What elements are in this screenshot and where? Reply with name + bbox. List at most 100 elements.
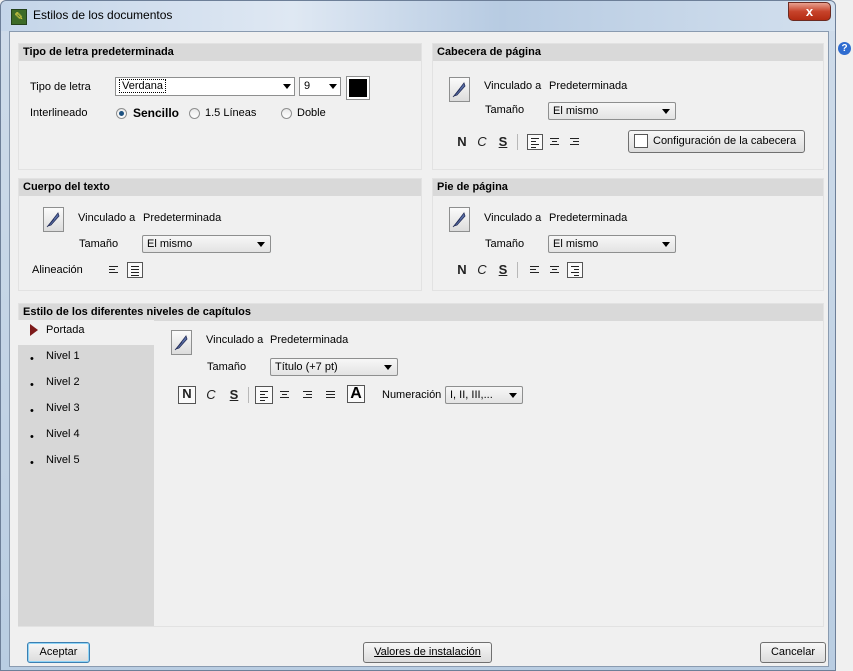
header-align-center-button[interactable]: [547, 134, 563, 150]
footer-align-right-button[interactable]: [567, 262, 583, 278]
feather-icon: [46, 212, 60, 228]
close-button[interactable]: x: [788, 2, 831, 21]
body-align-left-button[interactable]: [106, 262, 122, 278]
header-underline-button[interactable]: S: [495, 134, 511, 150]
body-linked-label: Vinculado a: [78, 212, 136, 224]
font-size-select[interactable]: 9: [299, 77, 341, 96]
chevron-down-icon: [662, 109, 670, 114]
level-bold-button[interactable]: N: [178, 386, 196, 404]
spacing-onehalf-label: 1.5 Líneas: [205, 107, 257, 119]
chapter-level-list: Portada • Nivel 1 • Nivel 2 • Nivel 3 • …: [18, 320, 154, 626]
level-size-select[interactable]: Título (+7 pt): [270, 358, 398, 376]
level-font-button[interactable]: A: [347, 385, 365, 403]
header-size-select[interactable]: El mismo: [548, 102, 676, 120]
caret-right-icon: [30, 324, 38, 336]
list-item-label: Nivel 2: [46, 376, 80, 388]
header-config-label: Configuración de la cabecera: [653, 135, 797, 147]
numbering-value: I, II, III,...: [450, 389, 493, 401]
font-select[interactable]: Verdana: [115, 77, 295, 96]
header-italic-button[interactable]: C: [474, 134, 490, 150]
numbering-label: Numeración: [382, 389, 442, 401]
list-item[interactable]: • Nivel 3: [18, 398, 154, 423]
feather-icon: [174, 335, 188, 351]
spacing-label: Interlineado: [30, 107, 88, 119]
body-size-select[interactable]: El mismo: [142, 235, 271, 253]
feather-icon: [452, 82, 466, 98]
list-item-label: Nivel 3: [46, 402, 80, 414]
bullet-icon: •: [30, 379, 34, 391]
footer-italic-button[interactable]: C: [474, 262, 490, 278]
chevron-down-icon: [257, 242, 265, 247]
footer-linked-label: Vinculado a: [484, 212, 542, 224]
chevron-down-icon: [283, 84, 291, 89]
list-item[interactable]: • Nivel 2: [18, 372, 154, 397]
body-link-button[interactable]: [43, 207, 64, 232]
level-size-value: Título (+7 pt): [275, 361, 338, 373]
spacing-double-label: Doble: [297, 107, 326, 119]
list-item[interactable]: • Nivel 4: [18, 424, 154, 449]
toolbar-separator: [517, 262, 518, 278]
list-item[interactable]: • Nivel 1: [18, 346, 154, 371]
level-align-center-button[interactable]: [277, 387, 293, 403]
numbering-select[interactable]: I, II, III,...: [445, 386, 523, 404]
footer-linked-value: Predeterminada: [549, 212, 628, 224]
level-align-justify-button[interactable]: [323, 387, 339, 403]
spacing-onehalf-radio[interactable]: [189, 108, 200, 119]
level-size-label: Tamaño: [207, 361, 247, 373]
page-config-icon: [634, 134, 648, 148]
body-align-label: Alineación: [32, 264, 83, 276]
spacing-double-radio[interactable]: [281, 108, 292, 119]
toolbar-separator: [517, 134, 518, 150]
list-item[interactable]: • Nivel 5: [18, 450, 154, 475]
bullet-icon: •: [30, 405, 34, 417]
level-align-left-button[interactable]: [255, 386, 273, 404]
header-linked-label: Vinculado a: [484, 80, 542, 92]
title-bar[interactable]: ✎ Estilos de los documentos x: [1, 1, 835, 31]
cancel-button[interactable]: Cancelar: [760, 642, 826, 663]
app-icon: ✎: [11, 9, 27, 25]
header-size-label: Tamaño: [485, 104, 525, 116]
header-config-button[interactable]: Configuración de la cabecera: [628, 130, 805, 153]
bullet-icon: •: [30, 457, 34, 469]
list-item[interactable]: Portada: [18, 320, 154, 345]
header-bold-button[interactable]: N: [454, 134, 470, 150]
header-size-value: El mismo: [553, 105, 599, 117]
font-color-button[interactable]: [346, 76, 370, 100]
chevron-down-icon: [509, 393, 517, 398]
header-align-right-button[interactable]: [567, 134, 583, 150]
body-linked-value: Predeterminada: [143, 212, 222, 224]
level-linked-label: Vinculado a: [206, 334, 264, 346]
header-linked-value: Predeterminada: [549, 80, 628, 92]
font-value: Verdana: [119, 79, 166, 93]
header-align-left-button[interactable]: [527, 134, 543, 150]
footer-underline-button[interactable]: S: [495, 262, 511, 278]
footer-link-button[interactable]: [449, 207, 470, 232]
window-title: Estilos de los documentos: [33, 8, 173, 22]
spacing-single-radio[interactable]: [116, 108, 127, 119]
level-italic-button[interactable]: C: [203, 387, 219, 403]
accept-button[interactable]: Aceptar: [27, 642, 90, 663]
list-item-label: Nivel 4: [46, 428, 80, 440]
help-icon[interactable]: ?: [838, 42, 851, 55]
footer-align-center-button[interactable]: [547, 262, 563, 278]
bullet-icon: •: [30, 431, 34, 443]
body-size-value: El mismo: [147, 238, 193, 250]
body-text-header: Cuerpo del texto: [19, 179, 421, 196]
list-item-label: Portada: [46, 324, 85, 336]
body-align-justify-button[interactable]: [127, 262, 143, 278]
level-link-button[interactable]: [171, 330, 192, 355]
footer-panel-title: Pie de página: [433, 179, 823, 196]
restore-defaults-button[interactable]: Valores de instalación: [363, 642, 492, 663]
font-label: Tipo de letra: [30, 81, 91, 93]
footer-size-select[interactable]: El mismo: [548, 235, 676, 253]
chevron-down-icon: [329, 84, 337, 89]
footer-align-left-button[interactable]: [527, 262, 543, 278]
default-font-header: Tipo de letra predeterminada: [19, 44, 421, 61]
footer-bold-button[interactable]: N: [454, 262, 470, 278]
spacing-single-label: Sencillo: [133, 106, 180, 120]
level-align-right-button[interactable]: [300, 387, 316, 403]
header-link-button[interactable]: [449, 77, 470, 102]
level-underline-button[interactable]: S: [226, 387, 242, 403]
footer-size-value: El mismo: [553, 238, 599, 250]
chapter-levels-header: Estilo de los diferentes niveles de capí…: [19, 304, 823, 321]
